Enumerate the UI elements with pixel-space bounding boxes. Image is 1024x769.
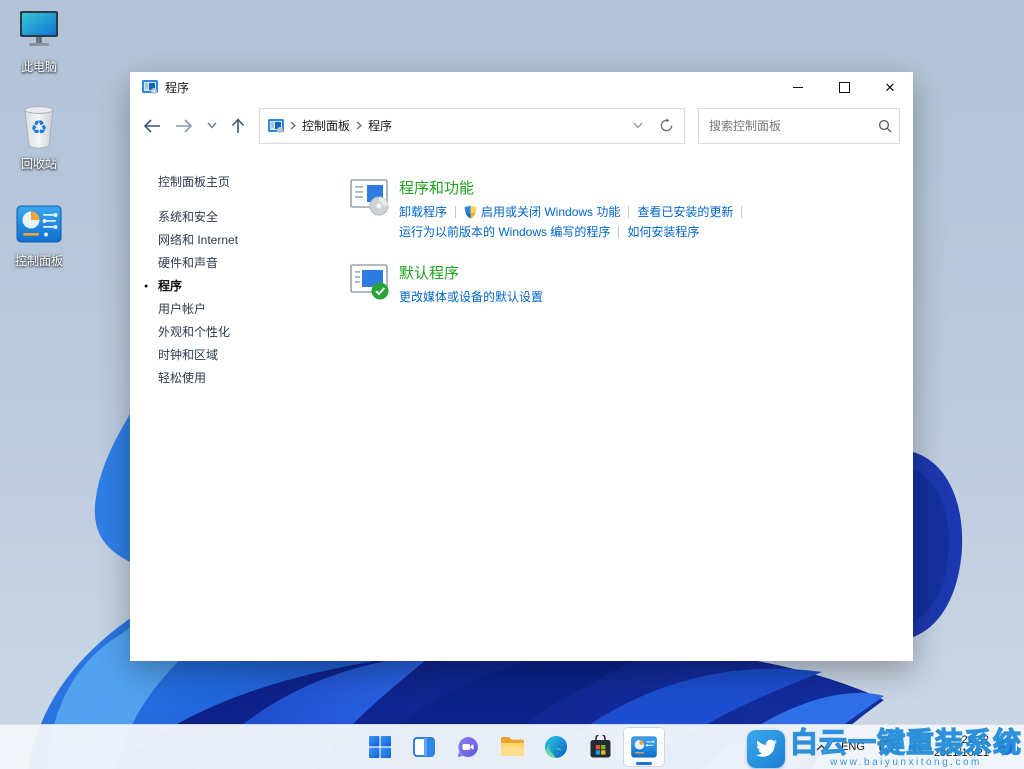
programs-and-features-icon[interactable] (350, 177, 390, 217)
taskbar: ENG 22:32 2021/10/21 1 (0, 724, 1024, 769)
taskbar-icon-group (358, 725, 666, 769)
system-tray: ENG 22:32 2021/10/21 1 (814, 725, 1014, 769)
edge-browser-icon[interactable] (535, 727, 577, 767)
task-link-change-default-media-settings[interactable]: 更改媒体或设备的默认设置 (399, 287, 543, 307)
desktop-icon-this-pc[interactable]: 此电脑 (1, 6, 77, 75)
default-programs-icon[interactable] (350, 262, 390, 302)
link-separator (741, 206, 742, 218)
input-language-indicator[interactable]: ENG (838, 739, 868, 755)
section-default-programs: 默认程序 更改媒体或设备的默认设置 (350, 262, 893, 307)
control-panel-icon (15, 200, 63, 248)
taskbar-clock[interactable]: 22:32 2021/10/21 (934, 734, 989, 760)
sidebar-item-clock-region[interactable]: 时钟和区域 (158, 344, 340, 367)
window-controls: ✕ (775, 72, 913, 102)
sidebar-item-user-accounts[interactable]: 用户帐户 (158, 298, 340, 321)
recent-pages-chevron-icon[interactable] (207, 122, 217, 129)
sidebar-item-network-internet[interactable]: 网络和 Internet (158, 229, 340, 252)
section-title[interactable]: 程序和功能 (399, 177, 750, 198)
forward-button[interactable] (175, 119, 193, 133)
breadcrumb-control-panel-icon (268, 118, 284, 134)
address-bar[interactable]: 控制面板 程序 (259, 108, 685, 144)
sidebar-item-hardware-sound[interactable]: 硬件和声音 (158, 252, 340, 275)
content-area: 程序和功能 卸载程序 (340, 149, 913, 661)
maximize-button[interactable] (821, 72, 867, 102)
link-separator (628, 206, 629, 218)
window-title: 程序 (165, 79, 775, 96)
uac-shield-icon (464, 205, 477, 219)
this-pc-icon (15, 6, 63, 54)
title-bar[interactable]: 程序 ✕ (130, 72, 913, 102)
sidebar-item-appearance-personalization[interactable]: 外观和个性化 (158, 321, 340, 344)
search-input[interactable] (699, 119, 871, 133)
task-link-row: 卸载程序 (399, 202, 750, 222)
window-body: 控制面板主页 系统和安全 网络和 Internet 硬件和声音 程序 用户帐户 … (130, 149, 913, 661)
section-programs-and-features: 程序和功能 卸载程序 (350, 177, 893, 242)
task-link-how-to-install-program[interactable]: 如何安装程序 (627, 222, 699, 242)
desktop-icon-label: 控制面板 (15, 252, 63, 269)
tray-overflow-chevron-icon[interactable] (814, 742, 829, 753)
desktop-icon-label: 此电脑 (21, 58, 57, 75)
tray-date: 2021/10/21 (934, 747, 989, 760)
breadcrumb-chevron-icon[interactable] (356, 121, 362, 130)
close-button[interactable]: ✕ (867, 72, 913, 102)
link-separator (618, 226, 619, 238)
refresh-button[interactable] (659, 118, 674, 133)
microsoft-store-icon[interactable] (579, 727, 621, 767)
back-button[interactable] (143, 119, 161, 133)
navigation-toolbar: 控制面板 程序 (130, 102, 913, 149)
task-link-view-installed-updates[interactable]: 查看已安装的更新 (637, 202, 733, 222)
desktop: 此电脑 ♻ 回收站 (0, 0, 1024, 769)
notification-count-badge[interactable]: 1 (998, 739, 1014, 755)
task-link-turn-windows-features-on-off[interactable]: 启用或关闭 Windows 功能 (464, 202, 620, 222)
recycle-bin-icon: ♻ (15, 103, 63, 151)
active-app-indicator (636, 762, 652, 765)
network-icon[interactable] (877, 738, 897, 756)
breadcrumb-item-programs[interactable]: 程序 (364, 117, 396, 134)
desktop-icon-control-panel[interactable]: 控制面板 (1, 200, 77, 269)
task-link-row: 更改媒体或设备的默认设置 (399, 287, 543, 307)
file-explorer-icon[interactable] (491, 727, 533, 767)
task-view-button[interactable] (403, 727, 445, 767)
task-link-uninstall-program[interactable]: 卸载程序 (399, 202, 447, 222)
tray-time: 22:32 (934, 734, 989, 747)
desktop-icon-label: 回收站 (21, 155, 57, 172)
taskbar-control-panel-button[interactable] (623, 727, 665, 767)
desktop-icon-list: 此电脑 ♻ 回收站 (0, 6, 78, 269)
sidebar: 控制面板主页 系统和安全 网络和 Internet 硬件和声音 程序 用户帐户 … (130, 149, 340, 661)
control-panel-window: 程序 ✕ (130, 72, 913, 661)
start-button[interactable] (359, 727, 401, 767)
volume-icon[interactable] (906, 739, 925, 756)
section-title[interactable]: 默认程序 (399, 262, 543, 283)
desktop-icon-recycle-bin[interactable]: ♻ 回收站 (1, 103, 77, 172)
chat-icon[interactable] (447, 727, 489, 767)
up-button[interactable] (231, 118, 245, 134)
link-separator (455, 206, 456, 218)
sidebar-item-ease-of-access[interactable]: 轻松使用 (158, 367, 340, 390)
search-icon[interactable] (871, 119, 899, 133)
minimize-button[interactable] (775, 72, 821, 102)
breadcrumb-chevron-icon[interactable] (290, 121, 296, 130)
sidebar-item-system-security[interactable]: 系统和安全 (158, 206, 340, 229)
sidebar-item-programs[interactable]: 程序 (158, 275, 340, 298)
sidebar-item-home[interactable]: 控制面板主页 (158, 173, 340, 190)
task-link-run-programs-for-previous-windows[interactable]: 运行为以前版本的 Windows 编写的程序 (399, 222, 610, 242)
search-box (698, 108, 900, 144)
task-link-row: 运行为以前版本的 Windows 编写的程序 如何安装程序 (399, 222, 750, 242)
breadcrumb-item-control-panel[interactable]: 控制面板 (298, 117, 354, 134)
address-dropdown-chevron-icon[interactable] (633, 122, 643, 129)
svg-text:♻: ♻ (30, 118, 47, 139)
window-title-icon (142, 79, 158, 95)
